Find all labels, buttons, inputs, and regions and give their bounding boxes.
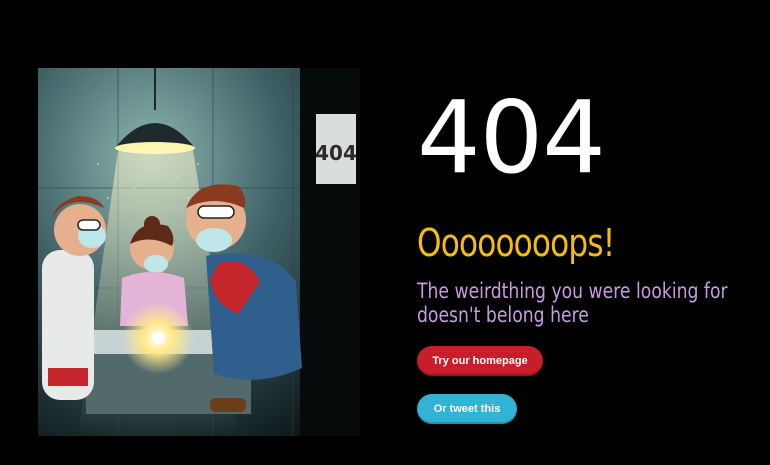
error-code: 404 [417, 79, 606, 196]
headline: Oooooooops! [417, 221, 615, 265]
tweet-button[interactable]: Or tweet this [417, 394, 517, 424]
door-sign: 404 [315, 141, 357, 165]
lab-scientists-illustration: 404 [38, 68, 360, 436]
error-message: The weirdthing you were looking for does… [417, 279, 728, 327]
homepage-button[interactable]: Try our homepage [417, 346, 543, 376]
